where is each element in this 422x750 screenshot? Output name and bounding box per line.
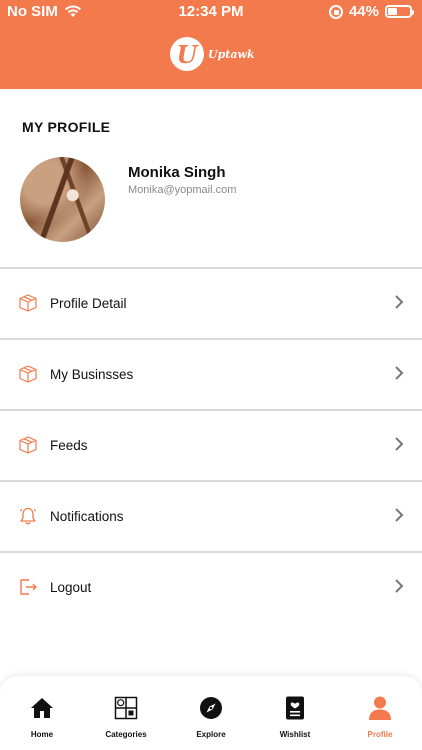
tab-label: Explore xyxy=(196,730,226,739)
logout-icon xyxy=(20,579,37,595)
tab-explore[interactable]: Explore xyxy=(176,696,246,740)
box-icon xyxy=(19,365,37,383)
page-title: MY PROFILE xyxy=(22,119,111,135)
status-bar: No SIM 12:34 PM 44% xyxy=(0,0,422,24)
profile-email: Monika@yopmail.com xyxy=(128,184,237,196)
bell-icon xyxy=(20,507,36,525)
menu-item-logout[interactable]: Logout xyxy=(0,551,422,622)
chevron-right-icon xyxy=(395,579,404,593)
menu-item-label: Notifications xyxy=(50,509,124,524)
menu-item-label: Feeds xyxy=(50,438,88,453)
box-icon xyxy=(19,436,37,454)
status-right: 44% xyxy=(328,3,414,20)
profile-name: Monika Singh xyxy=(128,164,226,181)
logo-text: Uptawk xyxy=(208,47,255,61)
categories-icon xyxy=(114,696,138,720)
profile-menu: Profile Detail My Businsses Feeds Notifi… xyxy=(0,267,422,622)
tab-label: Categories xyxy=(105,730,147,739)
menu-item-feeds[interactable]: Feeds xyxy=(0,409,422,480)
tab-categories[interactable]: Categories xyxy=(91,696,161,740)
app-logo: U Uptawk xyxy=(170,37,255,71)
battery-percentage: 44% xyxy=(348,3,379,20)
compass-icon xyxy=(200,697,222,719)
tab-wishlist[interactable]: Wishlist xyxy=(260,696,330,740)
tab-profile[interactable]: Profile xyxy=(345,696,415,740)
menu-item-profile-detail[interactable]: Profile Detail xyxy=(0,267,422,338)
tab-label: Profile xyxy=(367,730,393,739)
app-header: No SIM 12:34 PM 44% U Uptawk xyxy=(0,0,422,89)
menu-item-my-businesses[interactable]: My Businsses xyxy=(0,338,422,409)
wishlist-icon xyxy=(286,696,304,720)
battery-icon xyxy=(385,5,414,18)
avatar[interactable] xyxy=(20,157,105,242)
tab-home[interactable]: Home xyxy=(7,696,77,740)
menu-item-notifications[interactable]: Notifications xyxy=(0,480,422,551)
battery-fill xyxy=(388,8,397,15)
chevron-right-icon xyxy=(395,366,404,380)
home-icon xyxy=(31,698,53,718)
orientation-lock-icon xyxy=(328,4,343,19)
tab-label: Wishlist xyxy=(279,730,311,739)
logo-badge: U xyxy=(170,37,204,71)
menu-item-label: My Businsses xyxy=(50,367,134,382)
chevron-right-icon xyxy=(395,437,404,451)
menu-item-label: Profile Detail xyxy=(50,296,127,311)
profile-icon xyxy=(369,696,391,720)
tab-label: Home xyxy=(30,730,54,739)
chevron-right-icon xyxy=(395,508,404,522)
bottom-tab-bar: Home Categories Explore Wishlist Profile xyxy=(0,676,422,750)
chevron-right-icon xyxy=(395,295,404,309)
menu-item-label: Logout xyxy=(50,580,92,595)
box-icon xyxy=(19,294,37,312)
